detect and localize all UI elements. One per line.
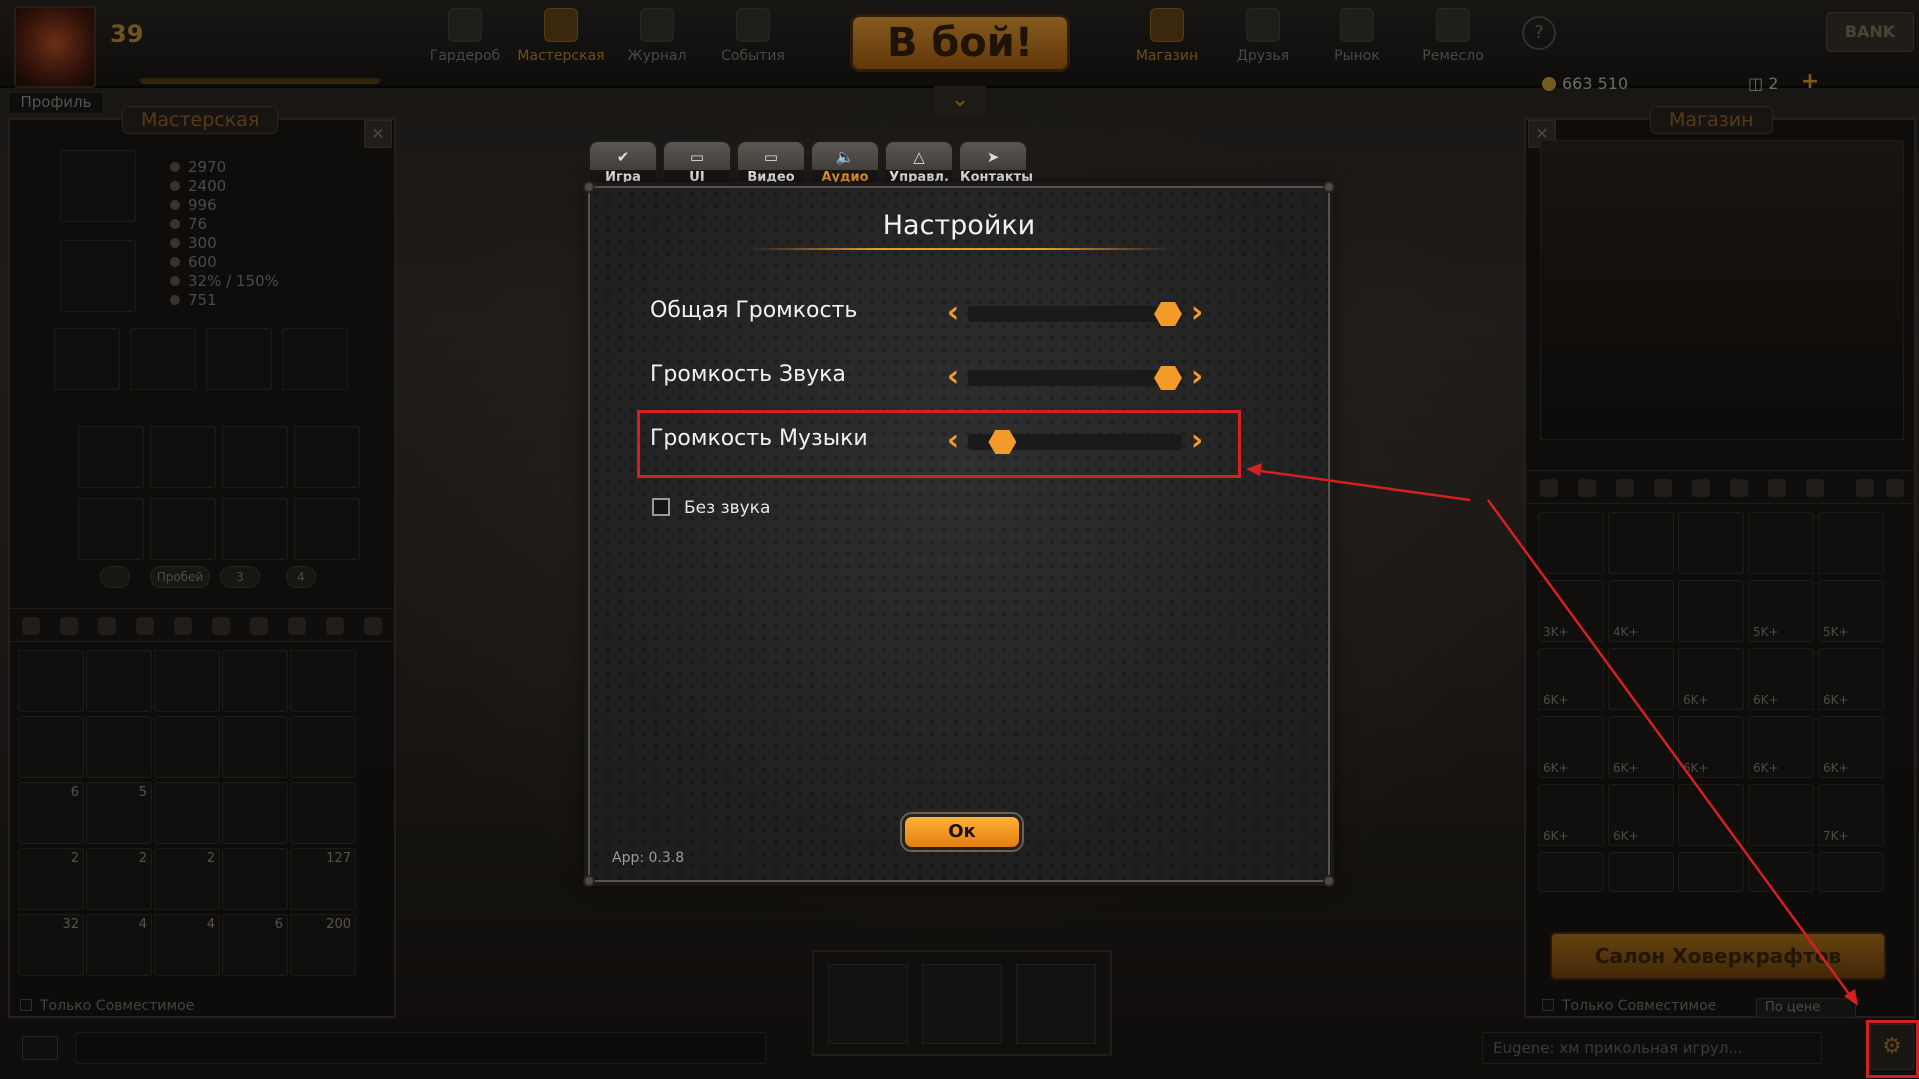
arrow-line [1253,468,1471,502]
arrow-line [1486,499,1854,999]
arrowhead-icon [1246,463,1262,476]
game-screen: 39 Гардероб Мастерская Журнал События В … [0,0,1919,1079]
annotation-arrows [1246,463,1858,1006]
